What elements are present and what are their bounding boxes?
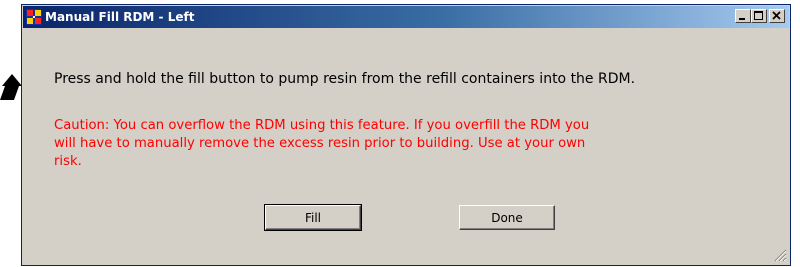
done-button-label: Done xyxy=(491,210,523,225)
minimize-icon xyxy=(739,18,745,20)
done-button[interactable]: Done xyxy=(459,205,555,230)
caution-message: Caution: You can overflow the RDM using … xyxy=(54,117,774,171)
minimize-button[interactable] xyxy=(735,9,751,23)
close-button[interactable] xyxy=(769,9,785,23)
maximize-icon xyxy=(754,11,763,20)
resize-grip-icon[interactable] xyxy=(774,249,787,262)
app-window-icon[interactable] xyxy=(26,9,42,25)
dialog-body: Press and hold the fill button to pump r… xyxy=(23,29,789,264)
caution-line: will have to manually remove the excess … xyxy=(54,136,586,151)
caution-line: Caution: You can overflow the RDM using … xyxy=(54,118,590,133)
title-bar[interactable]: Manual Fill RDM - Left xyxy=(23,6,789,28)
instruction-text: Press and hold the fill button to pump r… xyxy=(54,71,636,87)
window-title: Manual Fill RDM - Left xyxy=(45,10,195,24)
fill-button-label: Fill xyxy=(304,210,322,225)
fill-button[interactable]: Fill xyxy=(264,204,362,231)
caution-line: risk. xyxy=(54,154,82,169)
maximize-button[interactable] xyxy=(751,9,767,23)
dialog-window: Manual Fill RDM - Left Press and hold th… xyxy=(21,4,791,266)
screenshot-stage: Manual Fill RDM - Left Press and hold th… xyxy=(0,0,800,267)
close-icon xyxy=(772,11,781,20)
